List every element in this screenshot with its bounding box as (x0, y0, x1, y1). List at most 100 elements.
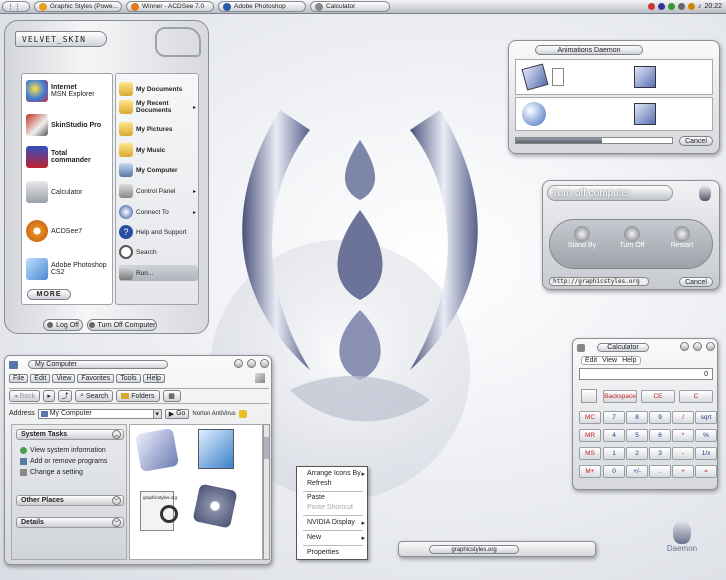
minimize-button[interactable] (680, 342, 690, 351)
task-button-calculator[interactable]: Calculator (310, 1, 390, 12)
task-button-acdsee[interactable]: Winner - ACDSee 7.0 (126, 1, 214, 12)
details-header[interactable]: Details ﹀ (16, 517, 124, 528)
pinned-item-skinstudio[interactable]: SkinStudio Pro (26, 114, 112, 136)
views-button[interactable]: ▦ (162, 390, 181, 402)
menu-item-help[interactable]: ? Help and Support (119, 225, 198, 239)
vertical-scrollbar[interactable] (263, 424, 270, 560)
pinned-item-photoshop[interactable]: Adobe Photoshop CS2 (26, 258, 112, 280)
key-7[interactable]: 7 (603, 411, 625, 424)
standby-button[interactable]: Stand By (562, 226, 602, 264)
key-4[interactable]: 4 (603, 429, 625, 442)
key-multiply[interactable]: * (672, 429, 694, 442)
menu-file[interactable]: File (9, 374, 29, 383)
key-decimal[interactable]: . (649, 465, 671, 478)
expand-icon[interactable]: ﹀ (112, 518, 121, 527)
backspace-key[interactable]: Backspace (603, 390, 637, 403)
key-1[interactable]: 1 (603, 447, 625, 460)
more-button[interactable]: MORE (27, 289, 71, 300)
pinned-item-calculator[interactable]: Calculator (26, 181, 112, 203)
search-button[interactable]: ⌕ Search (75, 390, 114, 402)
tray-icon[interactable] (647, 3, 655, 10)
folder-icon[interactable] (198, 429, 234, 469)
forward-button[interactable]: ▸ (43, 390, 56, 402)
task-button-graphic-styles[interactable]: Graphic Styles (Powe... (34, 1, 122, 12)
menu-item-arrange-icons[interactable]: Arrange Icons By ▸ (307, 470, 365, 478)
ms-key[interactable]: MS (579, 447, 601, 460)
key-plus[interactable]: + (672, 465, 694, 478)
mr-key[interactable]: MR (579, 429, 601, 442)
volume-icon[interactable]: ♪ (698, 3, 702, 10)
key-percent[interactable]: % (695, 429, 717, 442)
scrollbar-thumb[interactable] (264, 437, 269, 459)
menu-tools[interactable]: Tools (116, 374, 141, 383)
maximize-button[interactable] (693, 342, 703, 351)
task-change-setting[interactable]: Change a setting (20, 469, 83, 476)
start-button[interactable]: ⋮⋮ (2, 1, 30, 12)
key-2[interactable]: 2 (626, 447, 648, 460)
media-drive-icon[interactable] (192, 483, 238, 529)
tray-icon[interactable] (687, 3, 695, 10)
menu-item-my-computer[interactable]: My Computer (119, 163, 198, 177)
menu-item-properties[interactable]: Properties (307, 549, 339, 556)
key-9[interactable]: 9 (649, 411, 671, 424)
menu-item-search[interactable]: Search (119, 245, 198, 259)
cancel-button[interactable]: Cancel (679, 136, 713, 146)
menu-item-run[interactable]: Run... (119, 265, 198, 281)
key-8[interactable]: 8 (626, 411, 648, 424)
tray-icon[interactable] (657, 3, 665, 10)
pinned-item-acdsee[interactable]: ACDSee7 (26, 220, 112, 242)
collapse-icon[interactable]: ︿ (112, 430, 121, 439)
cancel-button[interactable]: Cancel (679, 277, 713, 287)
menu-item-refresh[interactable]: Refresh (307, 480, 332, 487)
pinned-item-total-commander[interactable]: Total commander (26, 146, 112, 168)
clear-key[interactable]: C (679, 390, 713, 403)
close-button[interactable] (260, 359, 269, 368)
mc-key[interactable]: MC (579, 411, 601, 424)
norton-icon[interactable] (238, 409, 247, 418)
back-button[interactable]: ◂ Back (9, 390, 41, 402)
menu-edit[interactable]: Edit (585, 357, 597, 364)
key-0[interactable]: 0 (603, 465, 625, 478)
key-reciprocal[interactable]: 1/x (695, 447, 717, 460)
menu-item-connect-to[interactable]: Connect To ▸ (119, 205, 198, 219)
task-button-photoshop[interactable]: Adobe Photoshop (218, 1, 306, 12)
minimize-button[interactable] (234, 359, 244, 368)
other-places-header[interactable]: Other Places ﹀ (16, 495, 124, 506)
dropdown-arrow-icon[interactable]: ▾ (152, 409, 161, 418)
close-button[interactable] (706, 342, 715, 351)
key-plus-minus[interactable]: +/- (626, 465, 648, 478)
tray-icon[interactable] (677, 3, 685, 10)
turn-off-button[interactable]: Turn Off Computer (87, 319, 157, 331)
ce-key[interactable]: CE (641, 390, 675, 403)
pinned-item-internet[interactable]: Internet MSN Explorer (26, 80, 112, 102)
menu-item-control-panel[interactable]: Control Panel ▸ (119, 184, 198, 198)
menu-help[interactable]: Help (142, 374, 165, 383)
key-3[interactable]: 3 (649, 447, 671, 460)
log-off-button[interactable]: Log Off (43, 319, 83, 331)
folders-button[interactable]: Folders (116, 390, 160, 402)
expand-icon[interactable]: ﹀ (112, 496, 121, 505)
menu-item-my-music[interactable]: My Music (119, 143, 198, 157)
task-add-remove-programs[interactable]: Add or remove programs (20, 458, 107, 465)
key-minus[interactable]: - (672, 447, 694, 460)
key-equals[interactable]: = (695, 465, 717, 478)
tray-icon[interactable] (667, 3, 675, 10)
menu-favorites[interactable]: Favorites (77, 374, 115, 383)
key-6[interactable]: 6 (649, 429, 671, 442)
menu-item-nvidia-display[interactable]: NVIDIA Display ▸ (307, 519, 365, 527)
key-sqrt[interactable]: sqrt (695, 411, 717, 424)
system-tasks-header[interactable]: System Tasks ︿ (16, 429, 124, 440)
key-divide[interactable]: / (672, 411, 694, 424)
task-view-system-info[interactable]: View system information (20, 447, 106, 454)
drive-icon[interactable] (134, 427, 180, 473)
key-5[interactable]: 5 (626, 429, 648, 442)
window-title[interactable]: Animations Daemon (535, 45, 643, 55)
menu-item-my-documents[interactable]: My Documents (119, 82, 198, 96)
menu-edit[interactable]: Edit (30, 374, 51, 383)
menu-item-recent-documents[interactable]: My Recent Documents ▸ (119, 100, 198, 114)
go-button[interactable]: ▶ Go (164, 408, 190, 419)
restart-button[interactable]: Restart (662, 226, 702, 264)
floating-url-bar[interactable]: graphicstyles.org (398, 541, 596, 557)
up-folder-button[interactable]: ⤴ (58, 390, 73, 402)
menu-help[interactable]: Help (622, 357, 636, 364)
